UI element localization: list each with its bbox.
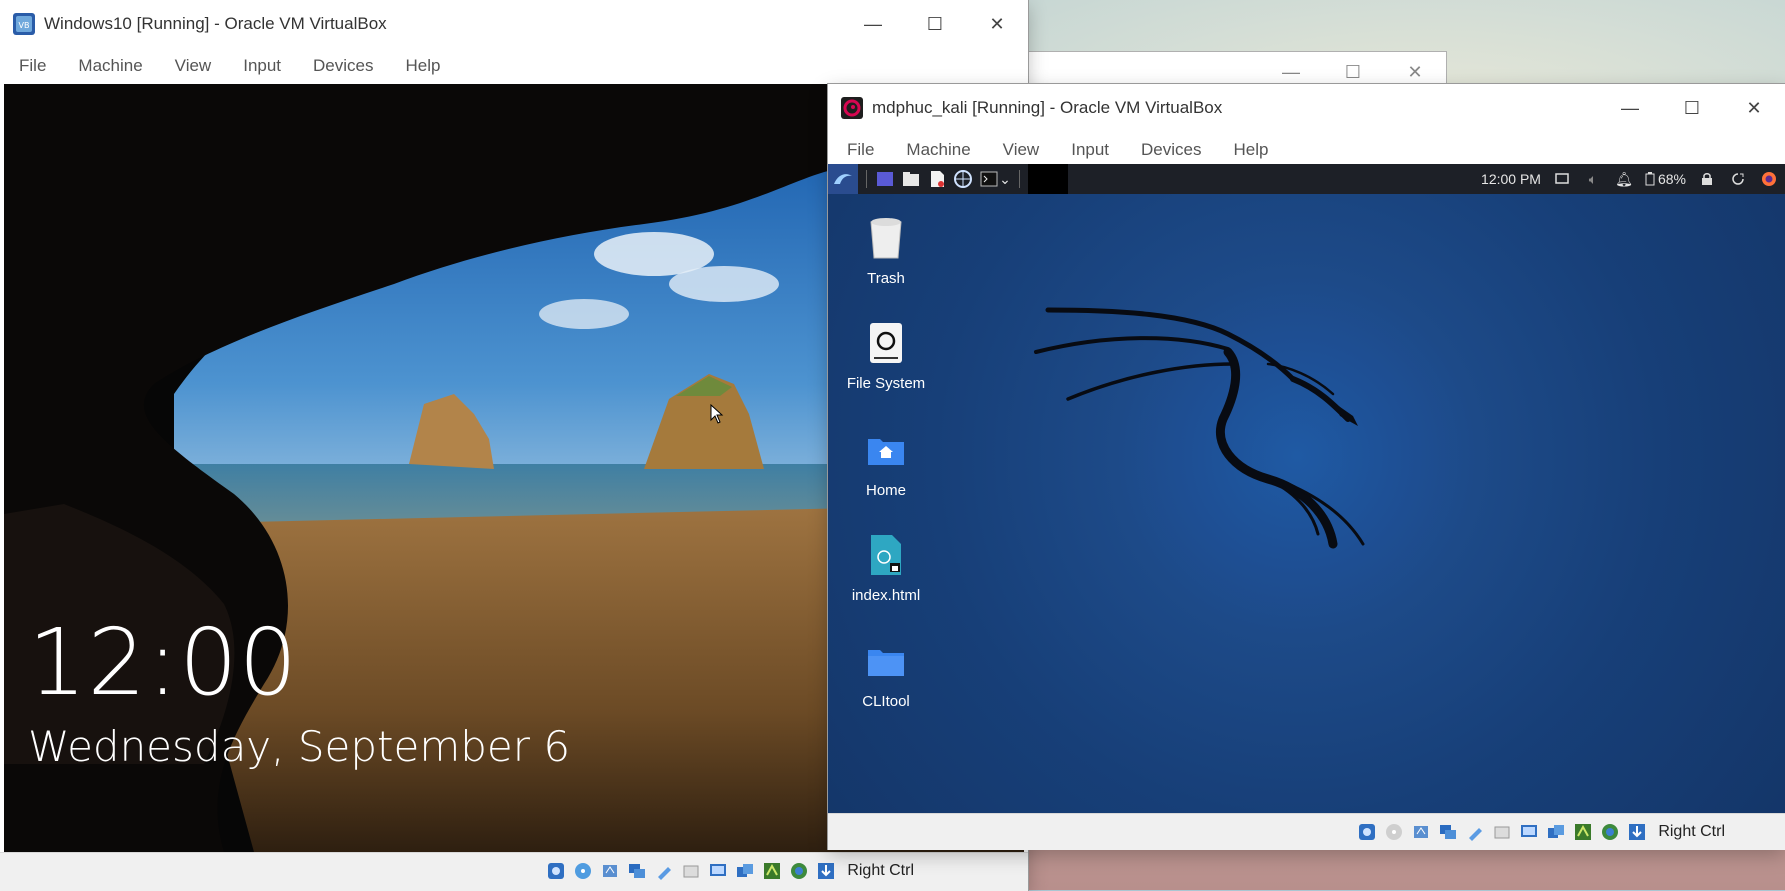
battery-indicator[interactable]: 68% [1645,171,1686,187]
close-button[interactable]: ✕ [1723,84,1785,132]
workspace-switcher[interactable] [1028,164,1068,194]
menu-machine[interactable]: Machine [890,140,986,160]
drive-icon [864,319,908,367]
cpu-icon[interactable] [1598,820,1622,844]
menu-input[interactable]: Input [1055,140,1125,160]
mouse-cursor-icon [710,404,724,424]
usb-icon[interactable] [652,859,676,883]
show-desktop-icon[interactable] [875,169,895,189]
display-icon[interactable] [1517,820,1541,844]
web-browser-icon[interactable] [953,169,973,189]
desktop-icon-label: File System [846,375,926,392]
menu-bar: File Machine View Input Devices Help [0,48,1028,84]
debian-swirl-icon [841,97,863,119]
audio-icon[interactable] [1409,820,1433,844]
display-icon[interactable] [706,859,730,883]
kali-top-panel: ⌄ 12:00 PM 🔈︎ 🔔︎ 68% [828,164,1785,194]
window-title: mdphuc_kali [Running] - Oracle VM Virtua… [872,98,1223,117]
menu-help[interactable]: Help [1218,140,1285,160]
menu-help[interactable]: Help [390,56,457,76]
lock-screen-time: 12:00 [28,609,299,716]
cpu-icon[interactable] [787,859,811,883]
optical-drive-icon[interactable] [1382,820,1406,844]
panel-clock[interactable]: 12:00 PM [1481,171,1541,187]
vm-status-bar: Right Ctrl [0,852,1028,891]
shared-folders-icon[interactable] [1490,820,1514,844]
menu-bar: File Machine View Input Devices Help [828,132,1785,168]
mouse-integration-icon[interactable] [814,859,838,883]
lock-screen-date: Wednesday, September 6 [28,722,571,771]
desktop-icon-label: CLItool [862,693,910,710]
kali-menu-icon[interactable] [828,164,858,194]
shared-folders-icon[interactable] [679,859,703,883]
volume-icon[interactable]: 🔈︎ [1583,169,1603,189]
kali-vm-titlebar[interactable]: mdphuc_kali [Running] - Oracle VM Virtua… [828,84,1785,132]
home-folder-icon [864,426,908,474]
menu-file[interactable]: File [828,140,890,160]
desktop-icon-label: index.html [851,587,921,604]
network-icon[interactable] [1436,820,1460,844]
chevron-down-icon[interactable]: ⌄ [999,169,1011,189]
recording-icon[interactable] [1571,820,1595,844]
lock-screen-icon[interactable] [1697,169,1717,189]
menu-devices[interactable]: Devices [297,56,389,76]
desktop-icon-label: Home [865,482,906,499]
folder-icon [864,637,908,685]
html-file-icon [864,531,908,579]
audio-icon[interactable] [598,859,622,883]
terminal-icon[interactable] [979,169,999,189]
close-button[interactable]: ✕ [966,0,1028,48]
host-key-label: Right Ctrl [1658,823,1725,840]
usb-icon[interactable] [1463,820,1487,844]
virtualbox-icon: VB [13,13,35,35]
video-capture-icon[interactable] [733,859,757,883]
menu-file[interactable]: File [0,56,62,76]
windows10-vm-titlebar[interactable]: VB Windows10 [Running] - Oracle VM Virtu… [0,0,1028,48]
menu-view[interactable]: View [159,56,228,76]
kali-dragon-logo [1034,307,1365,549]
maximize-button[interactable]: ☐ [904,0,966,48]
desktop-icon-index-html[interactable]: index.html [841,531,931,604]
menu-devices[interactable]: Devices [1125,140,1217,160]
video-capture-icon[interactable] [1544,820,1568,844]
recording-icon[interactable] [760,859,784,883]
maximize-button[interactable]: ☐ [1661,84,1723,132]
notification-bell-icon[interactable]: 🔔︎ [1614,169,1634,189]
file-manager-icon[interactable] [901,169,921,189]
vm-status-bar: Right Ctrl [828,813,1785,850]
kali-vm-window[interactable]: mdphuc_kali [Running] - Oracle VM Virtua… [828,84,1785,850]
kali-desktop[interactable]: ⌄ 12:00 PM 🔈︎ 🔔︎ 68% Trash File System H… [828,164,1785,813]
optical-drive-icon[interactable] [571,859,595,883]
hard-disk-icon[interactable] [544,859,568,883]
window-title: Windows10 [Running] - Oracle VM VirtualB… [44,14,387,33]
text-editor-icon[interactable] [927,169,947,189]
desktop-icon-clitool[interactable]: CLItool [841,637,931,710]
desktop-icon-trash[interactable]: Trash [841,214,931,287]
desktop-icon-home[interactable]: Home [841,426,931,499]
desktop-icon-file-system[interactable]: File System [841,319,931,392]
menu-machine[interactable]: Machine [62,56,158,76]
minimize-button[interactable]: — [842,0,904,48]
battery-icon [1645,172,1655,186]
host-key-label: Right Ctrl [847,862,914,879]
network-icon[interactable] [625,859,649,883]
minimize-button[interactable]: — [1599,84,1661,132]
menu-view[interactable]: View [987,140,1056,160]
svg-text:VB: VB [19,21,30,30]
desktop-icon-label: Trash [867,270,905,287]
logout-icon[interactable] [1728,169,1748,189]
mouse-integration-icon[interactable] [1625,820,1649,844]
trash-icon [864,214,908,262]
battery-percentage: 68% [1657,171,1686,187]
menu-input[interactable]: Input [227,56,297,76]
hard-disk-icon[interactable] [1355,820,1379,844]
firefox-icon[interactable] [1759,169,1779,189]
display-settings-icon[interactable] [1552,169,1572,189]
